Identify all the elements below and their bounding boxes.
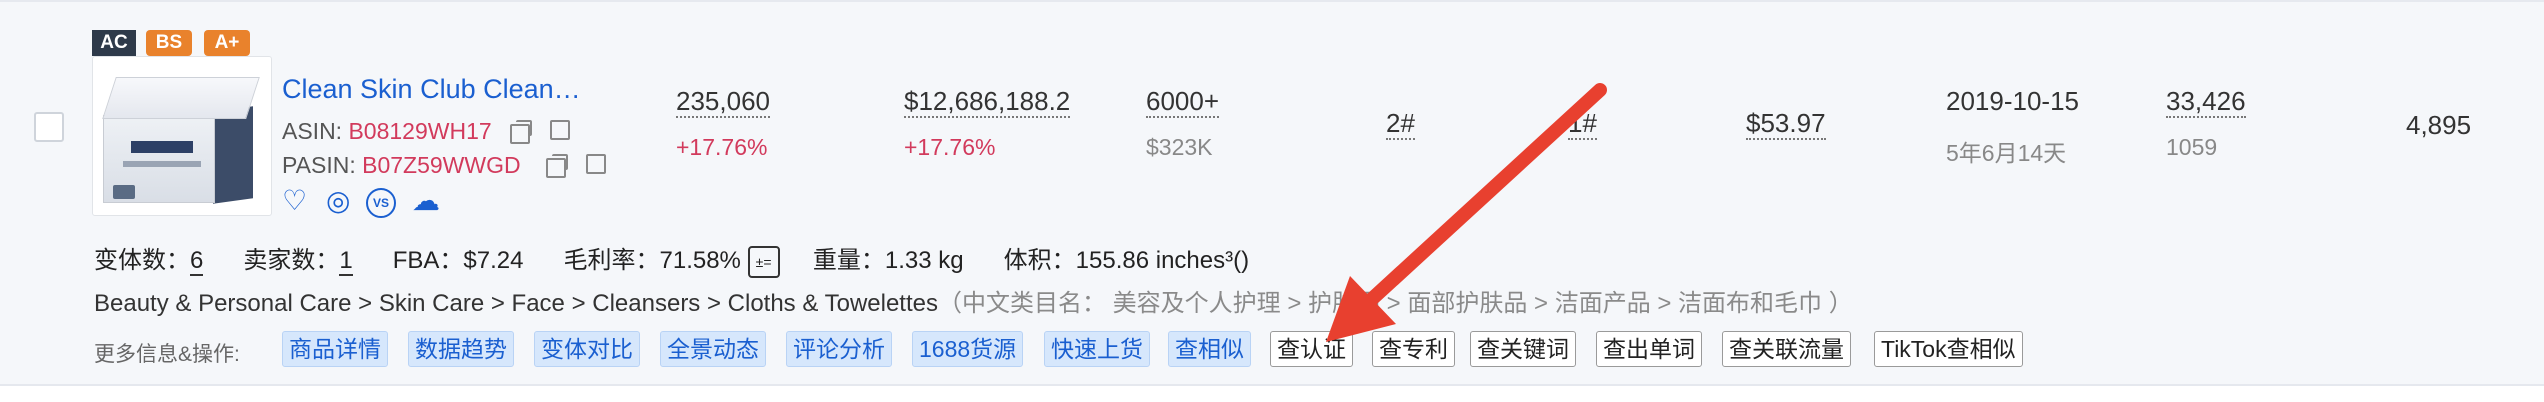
product-title-link[interactable]: Clean Skin Club Clean… <box>282 74 581 105</box>
category-en: Beauty & Personal Care > Skin Care > Fac… <box>94 290 938 317</box>
aplus-badge: A+ <box>204 30 250 56</box>
next-row-edge <box>0 386 2544 402</box>
reviews-value[interactable]: 6000+ <box>1146 86 1220 118</box>
tag-panorama[interactable]: 全景动态 <box>660 331 766 367</box>
variants-label: 变体数： <box>94 247 190 274</box>
launch-date: 2019-10-15 <box>1946 86 2079 116</box>
details-line: 变体数：6 卖家数：1 FBA：$7.24 毛利率：71.58% ±= 重量：1… <box>94 240 1249 278</box>
last-column-value: 4,895 <box>2406 110 2472 140</box>
open-pasin-external-icon[interactable] <box>586 154 606 174</box>
sales-change: +17.76% <box>676 134 768 160</box>
revenue-value[interactable]: $12,686,188.2 <box>904 86 1071 118</box>
fba-fee: FBA：$7.24 <box>392 247 524 274</box>
ratings-value[interactable]: 33,426 <box>2166 86 2246 118</box>
annotation-arrow <box>1326 83 1607 342</box>
asin-link[interactable]: B08129WH17 <box>348 118 491 144</box>
tag-product-detail[interactable]: 商品详情 <box>282 331 388 367</box>
variants-link[interactable]: 6 <box>190 247 204 276</box>
ratings-subvalue: 1059 <box>2166 134 2218 160</box>
price-value[interactable]: $53.97 <box>1746 108 1826 140</box>
pasin-link[interactable]: B07Z59WWGD <box>362 152 520 178</box>
volume: 体积：155.86 inches³() <box>1003 247 1250 274</box>
gross-margin: 毛利率：71.58% <box>563 247 741 274</box>
open-asin-external-icon[interactable] <box>550 120 570 140</box>
box-sticker <box>113 185 135 199</box>
cloud-icon[interactable]: ☁ <box>412 186 440 216</box>
sellers-label: 卖家数： <box>243 247 340 274</box>
sellers-link[interactable]: 1 <box>339 247 353 276</box>
launch-age: 5年6月14天 <box>1946 140 2067 166</box>
revenue-change: +17.76% <box>904 134 996 160</box>
copy-asin-icon[interactable] <box>510 120 532 144</box>
box-side <box>213 106 253 204</box>
tag-review-analysis[interactable]: 评论分析 <box>786 331 892 367</box>
box-label <box>131 141 193 153</box>
weight: 重量：1.33 kg <box>812 247 964 274</box>
tag-data-trend[interactable]: 数据趋势 <box>408 331 514 367</box>
arrow-shaft <box>1353 83 1607 317</box>
tag-find-similar[interactable]: 查相似 <box>1168 331 1251 367</box>
bs-badge: BS <box>146 30 192 56</box>
heart-icon[interactable]: ♡ <box>282 186 307 216</box>
copy-pasin-icon[interactable] <box>546 154 568 178</box>
tag-quick-listing[interactable]: 快速上货 <box>1044 331 1150 367</box>
reviews-subvalue: $323K <box>1146 134 1213 160</box>
product-image[interactable] <box>92 56 272 216</box>
pasin-label: PASIN: <box>282 152 356 178</box>
box-label-line <box>123 161 201 167</box>
tag-check-related-traffic[interactable]: 查关联流量 <box>1722 331 1851 367</box>
tag-1688-source[interactable]: 1688货源 <box>912 331 1024 367</box>
pasin-row: PASIN: B07Z59WWGD <box>282 152 521 179</box>
calculator-icon[interactable]: ±= <box>747 245 780 278</box>
sales-value[interactable]: 235,060 <box>676 86 770 118</box>
row-select-checkbox[interactable] <box>34 112 64 142</box>
webcam-icon[interactable]: ◎ <box>326 186 350 216</box>
asin-label: ASIN: <box>282 118 343 144</box>
compare-vs-icon[interactable]: VS <box>366 188 396 218</box>
tag-variant-compare[interactable]: 变体对比 <box>534 331 640 367</box>
tag-tiktok-similar[interactable]: TikTok查相似 <box>1874 331 2023 367</box>
more-actions-label: 更多信息&操作: <box>94 343 240 366</box>
asin-row: ASIN: B08129WH17 <box>282 118 492 145</box>
box-top <box>102 77 260 119</box>
ac-badge: AC <box>92 30 136 56</box>
